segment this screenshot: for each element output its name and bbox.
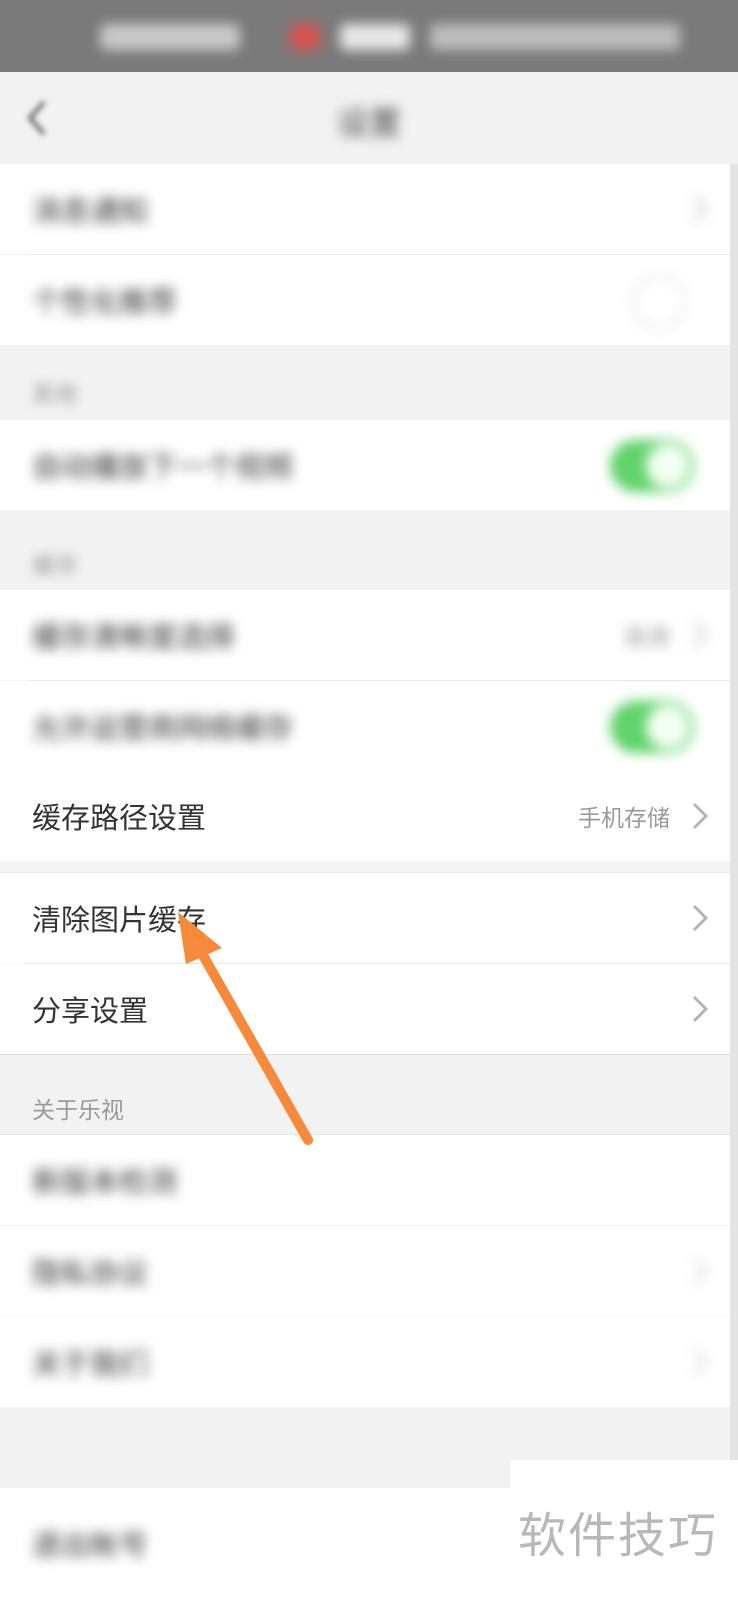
toggle-knob [646,705,690,749]
mobile-cache-toggle[interactable] [610,701,694,753]
chevron-right-icon [692,1257,709,1285]
settings-row-label: 分享设置 [32,994,149,1028]
settings-row-clear-image-cache[interactable]: 清除图片缓存 [0,873,730,963]
status-bar [0,0,738,72]
logout-label: 退出帐号 [32,1528,149,1562]
settings-row-notification[interactable]: 消息通知 [0,164,730,254]
settings-row-cache-quality[interactable]: 缓存清晰度选择 高清 [0,590,730,680]
settings-row-label: 自动播放下一个视频 [32,450,294,484]
settings-row-label: 个性化推荐 [32,285,178,319]
section-header-other: 其他 [0,345,730,420]
settings-row-share[interactable]: 分享设置 [0,964,730,1054]
settings-row-label: 新版本检测 [32,1165,178,1199]
chevron-right-icon [692,904,709,932]
section-header-about: 关于乐视 [0,1055,730,1134]
toggle-knob [646,444,690,488]
navigation-bar: 设置 [0,72,738,164]
autoplay-toggle[interactable] [610,440,694,492]
settings-row-recommend[interactable]: 个性化推荐 [0,255,730,345]
chevron-right-icon [692,621,709,649]
settings-row-label: 缓存路径设置 [32,801,207,835]
settings-row-label: 允许运营商网络缓存 [32,711,294,745]
section-header-cache: 缓存 [0,510,730,590]
chevron-right-icon [692,1348,709,1376]
settings-row-label: 关于我们 [32,1347,149,1381]
page-title: 设置 [336,104,401,142]
settings-row-privacy[interactable]: 隐私协议 [0,1226,730,1316]
chevron-right-icon [692,995,709,1023]
chevron-right-icon [692,195,709,223]
watermark: 软件技巧 [510,1460,738,1600]
settings-row-value: 高清 [624,625,670,651]
section-label: 关于乐视 [32,1098,124,1124]
settings-row-version-check[interactable]: 新版本检测 [0,1135,730,1225]
section-label: 其他 [32,382,78,408]
section-label: 缓存 [32,553,78,579]
settings-row-autoplay[interactable]: 自动播放下一个视频 [0,420,730,510]
settings-row-cache-path[interactable]: 缓存路径设置 手机存储 [0,771,730,861]
chevron-right-icon [692,802,709,830]
scrollbar-track [730,164,738,1600]
settings-row-about-us[interactable]: 关于我们 [0,1317,730,1407]
watermark-text: 软件技巧 [518,1508,719,1564]
settings-row-label: 缓存清晰度选择 [32,620,236,654]
settings-row-value: 手机存储 [578,806,670,832]
settings-row-label: 消息通知 [32,194,149,228]
settings-row-mobile-cache[interactable]: 允许运营商网络缓存 [0,681,730,771]
status-bar-content [100,24,700,50]
settings-row-label: 隐私协议 [32,1256,149,1290]
toggle-off-indicator[interactable] [632,275,686,329]
settings-row-label: 清除图片缓存 [32,903,207,937]
